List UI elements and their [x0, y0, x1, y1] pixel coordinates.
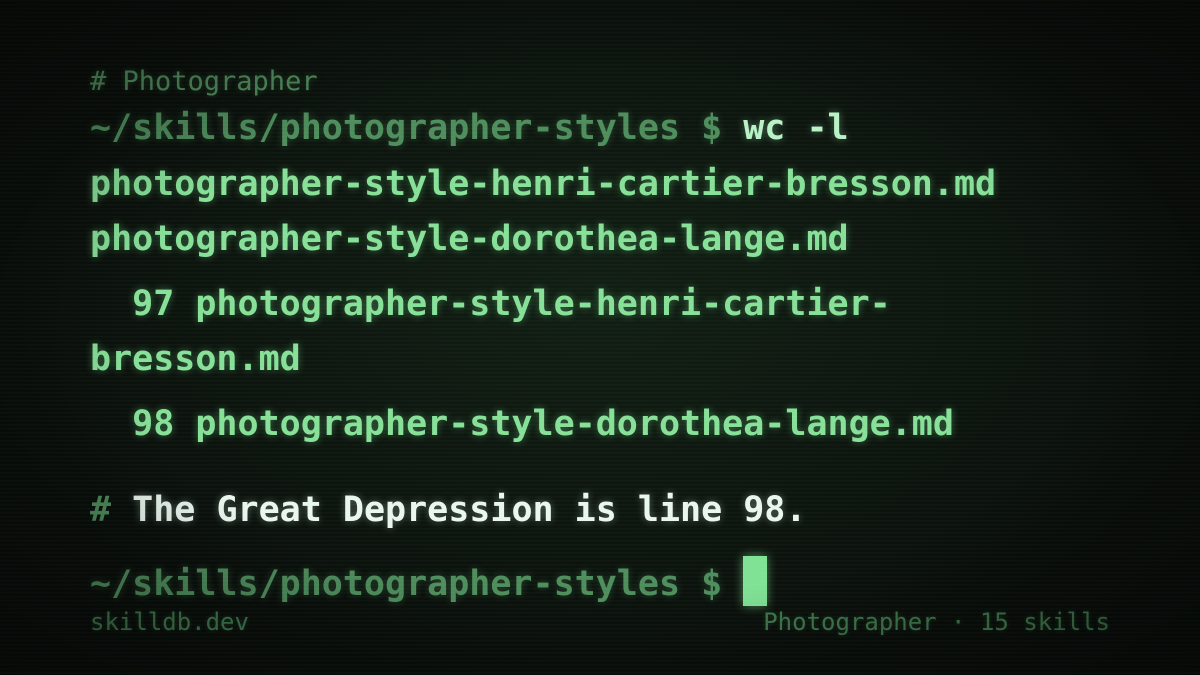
- shell-prompt-2: ~/skills/photographer-styles $: [90, 564, 744, 604]
- command-arg-2: photographer-style-dorothea-lange.md: [90, 219, 849, 259]
- command-arg-1: photographer-style-henri-cartier-bresson…: [90, 164, 997, 204]
- cursor-block[interactable]: [743, 556, 768, 606]
- terminal-screen: # Photographer ~/skills/photographer-sty…: [0, 0, 1200, 675]
- output-line-1: 97 photographer-style-henri-cartier-: [90, 284, 891, 324]
- output-line-3: 98 photographer-style-dorothea-lange.md: [90, 404, 954, 444]
- prompt-line-2: ~/skills/photographer-styles $: [90, 556, 768, 606]
- terminal-body: # Photographer ~/skills/photographer-sty…: [90, 0, 1130, 675]
- footer-site: skilldb.dev: [90, 608, 249, 636]
- note-text: The Great Depression is line 98.: [132, 490, 807, 530]
- command-text: wc -l: [743, 108, 849, 148]
- footer-category: Photographer · 15 skills: [763, 608, 1110, 636]
- note-hash: #: [90, 490, 133, 530]
- output-line-2: bresson.md: [90, 339, 301, 379]
- shell-prompt: ~/skills/photographer-styles $: [90, 108, 744, 148]
- prompt-line-1: ~/skills/photographer-styles $ wc -l: [90, 108, 849, 148]
- header-comment: # Photographer: [90, 66, 318, 97]
- note-line: # The Great Depression is line 98.: [90, 490, 806, 530]
